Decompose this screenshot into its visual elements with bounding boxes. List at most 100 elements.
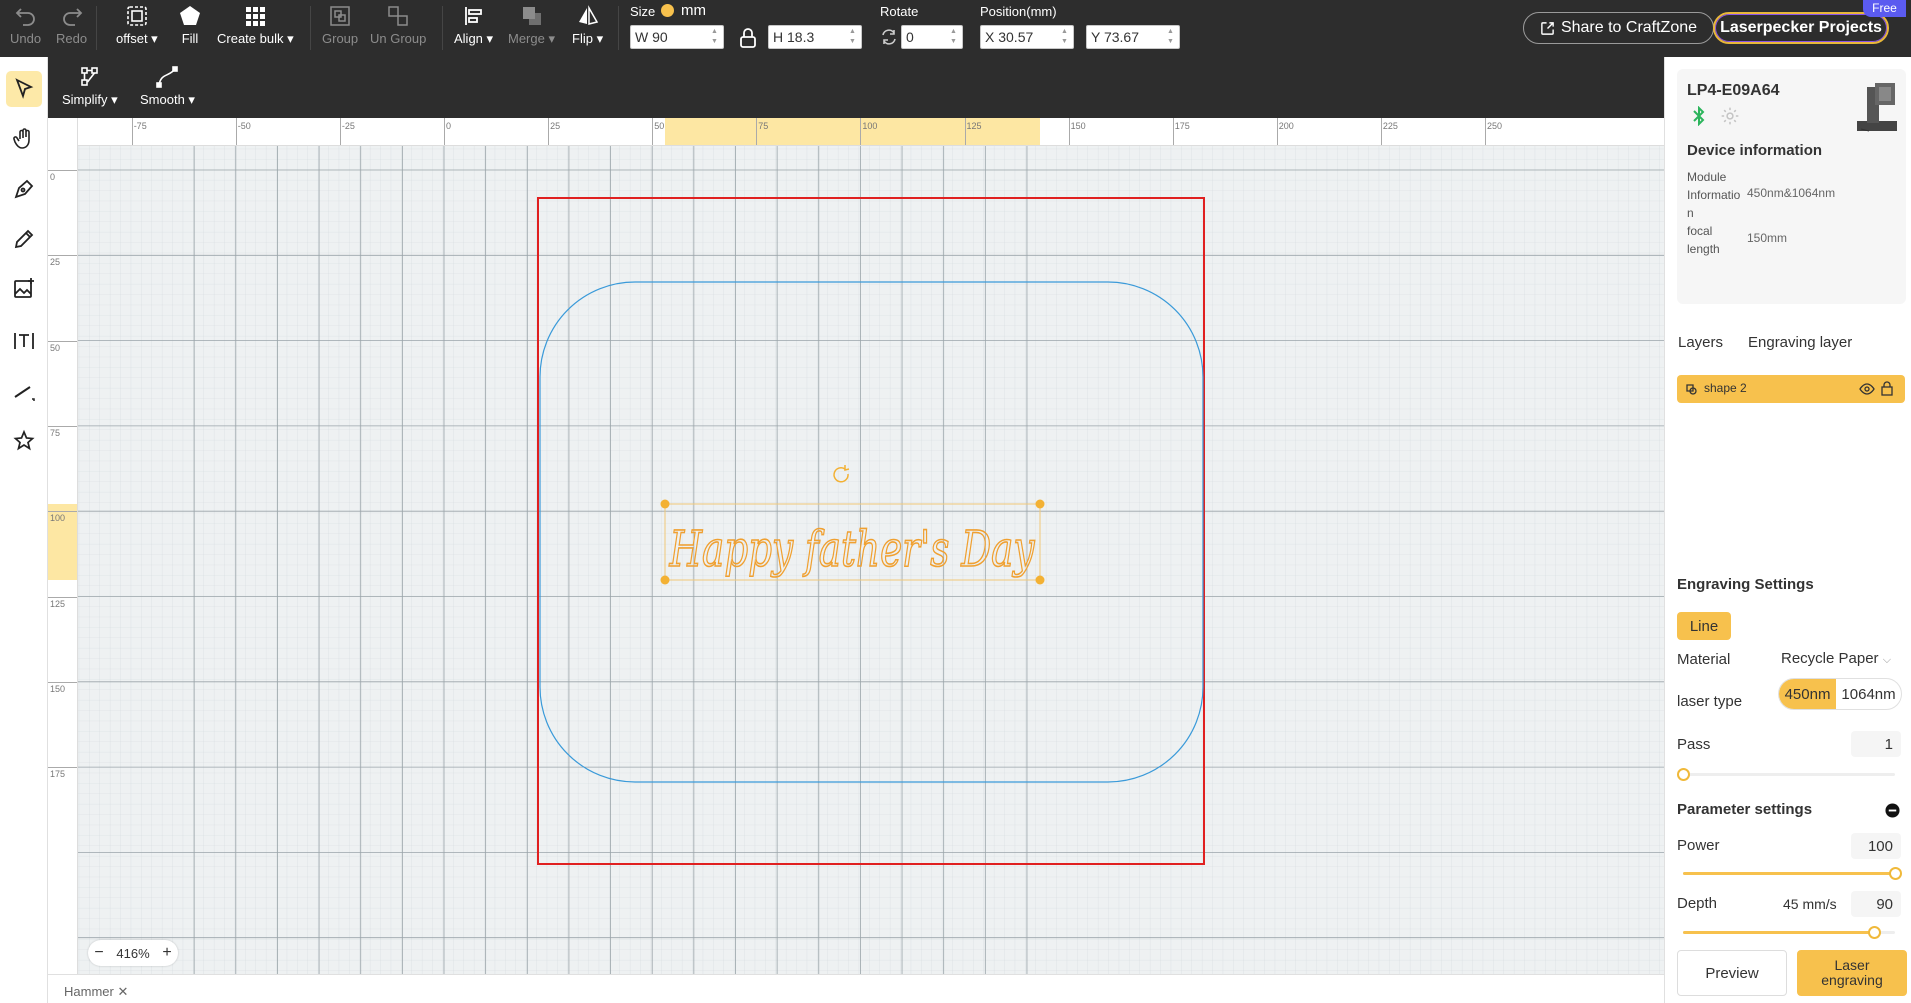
redo-button[interactable]: Redo bbox=[56, 4, 87, 47]
resize-handle[interactable] bbox=[660, 575, 670, 585]
resize-handle[interactable] bbox=[1035, 499, 1045, 509]
ruler-tick-label: 50 bbox=[654, 121, 665, 131]
tab-layers[interactable]: Layers bbox=[1678, 334, 1723, 351]
pos-y-stepper[interactable]: ▲ ▼ bbox=[1167, 28, 1177, 46]
share-craftzone-button[interactable]: Share to CraftZone bbox=[1523, 12, 1714, 44]
ungroup-icon bbox=[388, 6, 408, 26]
flip-button[interactable]: Flip ▾ bbox=[572, 4, 603, 47]
depth-input[interactable]: 90 bbox=[1851, 891, 1901, 917]
width-stepper[interactable]: ▲ ▼ bbox=[711, 28, 721, 46]
material-select[interactable]: Recycle Paper ⌵ bbox=[1781, 650, 1891, 667]
pass-slider-knob[interactable] bbox=[1677, 768, 1690, 781]
ruler-tick bbox=[131, 118, 133, 145]
undo-button[interactable]: Undo bbox=[10, 4, 41, 47]
ruler-tick bbox=[860, 118, 862, 145]
depth-slider-knob[interactable] bbox=[1867, 926, 1881, 939]
resize-handle[interactable] bbox=[660, 499, 670, 509]
focal-length-label: focal length bbox=[1687, 224, 1720, 256]
zoom-out-icon[interactable]: − bbox=[94, 944, 103, 962]
zoom-in-icon[interactable]: + bbox=[162, 944, 171, 962]
power-slider[interactable] bbox=[1683, 867, 1902, 880]
select-tool[interactable] bbox=[6, 71, 42, 107]
design-canvas[interactable]: Happy father's Day bbox=[48, 118, 1664, 974]
ruler-tick-label: 150 bbox=[50, 683, 66, 694]
laserpecker-projects-button[interactable]: Laserpecker Projects bbox=[1713, 12, 1889, 44]
fill-label: Fill bbox=[181, 31, 199, 46]
bluetooth-icon[interactable] bbox=[1691, 106, 1707, 126]
text-tool[interactable] bbox=[6, 323, 42, 359]
pass-slider[interactable] bbox=[1677, 768, 1895, 781]
ruler-tick-label: 75 bbox=[50, 427, 61, 438]
ruler-tick-label: 50 bbox=[50, 342, 61, 353]
group-button[interactable]: Group bbox=[322, 4, 358, 47]
document-tab[interactable]: Hammer ✕ bbox=[64, 984, 128, 1000]
height-stepper[interactable]: ▲ ▼ bbox=[849, 28, 859, 46]
pen-tool[interactable] bbox=[6, 171, 42, 207]
undo-icon bbox=[15, 8, 35, 26]
laser-450nm-option[interactable]: 450nm bbox=[1779, 679, 1837, 709]
shape-tool[interactable] bbox=[6, 423, 42, 459]
offset-button[interactable]: offset ▾ bbox=[116, 4, 158, 47]
canvas-content: Happy father's Day bbox=[537, 197, 1205, 865]
zoom-control: − 416% + bbox=[88, 940, 178, 966]
pos-y-input[interactable]: Y 73.67 ▲ ▼ bbox=[1086, 25, 1180, 49]
tab-engraving-layer[interactable]: Engraving layer bbox=[1748, 334, 1852, 351]
material-value: Recycle Paper bbox=[1781, 650, 1879, 667]
line-tool[interactable] bbox=[6, 373, 42, 409]
pos-x-stepper[interactable]: ▲ ▼ bbox=[1061, 28, 1071, 46]
layer-item[interactable]: shape 2 bbox=[1677, 375, 1905, 403]
close-icon[interactable]: ✕ bbox=[117, 984, 128, 999]
pencil-tool[interactable] bbox=[6, 221, 42, 257]
rotate-handle-icon[interactable] bbox=[833, 465, 850, 483]
ruler-tick bbox=[1485, 118, 1486, 145]
ungroup-button[interactable]: Un Group bbox=[370, 4, 426, 47]
pos-y-value: Y 73.67 bbox=[1091, 29, 1140, 45]
gear-icon[interactable] bbox=[1720, 106, 1740, 126]
power-slider-knob[interactable] bbox=[1889, 867, 1902, 880]
preview-button[interactable]: Preview bbox=[1677, 950, 1787, 996]
collapse-icon[interactable] bbox=[1885, 803, 1900, 818]
resize-handle[interactable] bbox=[1035, 575, 1045, 585]
happy-fathers-day-text[interactable]: Happy father's Day bbox=[668, 519, 1036, 579]
lock-icon[interactable] bbox=[1881, 381, 1893, 396]
laser-1064nm-option[interactable]: 1064nm bbox=[1836, 679, 1901, 709]
pencil-icon bbox=[14, 229, 34, 249]
device-card: LP4-E09A64 Device information Module Inf… bbox=[1677, 69, 1906, 304]
ruler-tick bbox=[756, 118, 758, 145]
ruler-tick bbox=[48, 511, 77, 513]
ruler-tick bbox=[48, 425, 77, 427]
pass-input[interactable]: 1 bbox=[1851, 731, 1901, 757]
left-tool-rail bbox=[0, 57, 48, 1003]
depth-speed: 45 mm/s bbox=[1783, 896, 1837, 912]
height-value: H 18.3 bbox=[773, 29, 815, 45]
rotate-value: 0 bbox=[906, 29, 914, 45]
image-tool[interactable] bbox=[6, 271, 42, 307]
depth-slider[interactable] bbox=[1683, 926, 1895, 939]
height-input[interactable]: H 18.3 ▲ ▼ bbox=[768, 25, 862, 49]
merge-button[interactable]: Merge ▾ bbox=[508, 4, 555, 47]
fill-button[interactable]: Fill bbox=[178, 4, 202, 47]
pos-x-input[interactable]: X 30.57 ▲ ▼ bbox=[980, 25, 1074, 49]
mode-line-button[interactable]: Line bbox=[1677, 612, 1731, 640]
ruler-tick-label: 175 bbox=[50, 769, 66, 780]
smooth-text: Smooth bbox=[140, 92, 185, 107]
width-input[interactable]: W 90 ▲ ▼ bbox=[630, 25, 724, 49]
redo-label: Redo bbox=[56, 31, 88, 46]
lock-icon[interactable] bbox=[738, 27, 758, 49]
create-bulk-button[interactable]: Create bulk ▾ bbox=[217, 4, 294, 47]
eye-icon[interactable] bbox=[1859, 382, 1875, 396]
material-label: Material bbox=[1677, 651, 1731, 668]
ruler-tick bbox=[48, 681, 77, 683]
simplify-button[interactable]: Simplify ▾ bbox=[62, 65, 118, 108]
rotate-stepper[interactable]: ▲ ▼ bbox=[950, 28, 960, 46]
power-input[interactable]: 100 bbox=[1851, 833, 1901, 859]
add-image-icon bbox=[14, 278, 34, 298]
hand-tool[interactable] bbox=[6, 121, 42, 157]
unit-label[interactable]: mm bbox=[681, 2, 706, 19]
smooth-button[interactable]: Smooth ▾ bbox=[140, 65, 195, 108]
unit-toggle-icon[interactable] bbox=[661, 4, 674, 17]
align-button[interactable]: Align ▾ bbox=[454, 4, 493, 47]
rotate-input[interactable]: 0 ▲ ▼ bbox=[901, 25, 963, 49]
laser-engraving-button[interactable]: Laser engraving bbox=[1797, 950, 1907, 996]
smooth-curve-icon bbox=[156, 66, 179, 88]
